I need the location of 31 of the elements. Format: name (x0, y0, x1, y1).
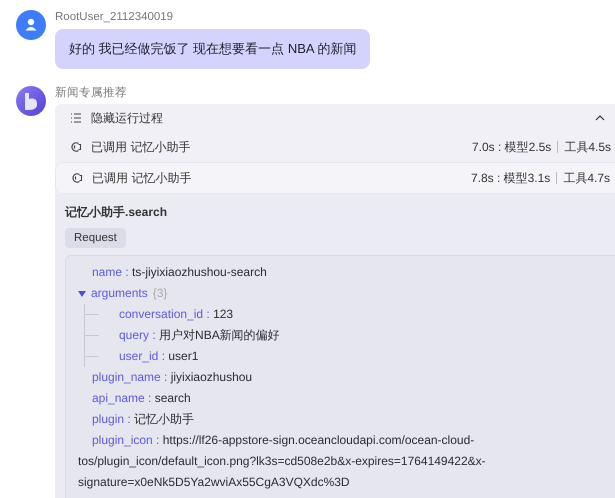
json-entry: plugin : 记忆小助手 (91, 411, 194, 428)
tool-call-label: 已调用 记忆小助手 (91, 138, 192, 156)
json-entry: user_id : user1 (119, 348, 198, 365)
call-timing: 7.0s : 模型2.5s (472, 138, 552, 156)
json-entry: query : 用户对NBA新闻的偏好 (119, 327, 280, 344)
list-icon (70, 112, 82, 124)
item-count: {3} (152, 285, 168, 302)
tool-timing: 工具4.5s (564, 138, 611, 156)
tool-call-label: 已调用 记忆小助手 (92, 170, 192, 186)
json-entry: plugin_name : jiyixiaozhushou (91, 369, 252, 386)
tool-call-row[interactable]: 已调用 记忆小助手 7.0s : 模型2.5s 工具4.5s (55, 132, 615, 162)
json-entry: plugin_icon : https://lf26-appstore-sign.oceancloudapi.com/ocean-cloud-tos/plugin_icon/default_icon.png?lk3s=cd508e2b&x-expires=1764149422&x-signature=x0eNk5D5Ya2wviAx55CgA3VQXdc%3D (78, 432, 487, 491)
plugin-icon (71, 172, 83, 184)
toggle-process-link[interactable]: 隐藏运行过程 (91, 110, 163, 126)
json-entry: name : ts-jiyixiaozhushou-search (91, 264, 267, 281)
json-key: arguments (91, 283, 148, 304)
expand-triangle-icon[interactable] (78, 290, 86, 296)
message-bubble: 好的 我已经做完饭了 现在想要看一点 NBA 的新闻 (55, 29, 370, 69)
bot-avatar-icon (16, 86, 46, 116)
plugin-icon (70, 141, 82, 153)
tool-timing: 工具4.7s (563, 170, 610, 186)
detail-title: 记忆小助手.search (65, 204, 168, 221)
username: RootUser_2112340019 (55, 10, 174, 25)
chevron-icon[interactable] (595, 115, 605, 121)
user-avatar-icon (16, 10, 46, 40)
tool-call-row[interactable]: 已调用 记忆小助手 7.8s : 模型3.1s 工具4.7s (55, 162, 615, 194)
json-entry: api_name : search (91, 390, 191, 407)
request-tab[interactable]: Request (65, 228, 126, 248)
json-entry: conversation_id : 123 (119, 306, 234, 323)
bot-name: 新闻专属推荐 (55, 85, 127, 101)
call-timing: 7.8s : 模型3.1s (470, 170, 550, 186)
